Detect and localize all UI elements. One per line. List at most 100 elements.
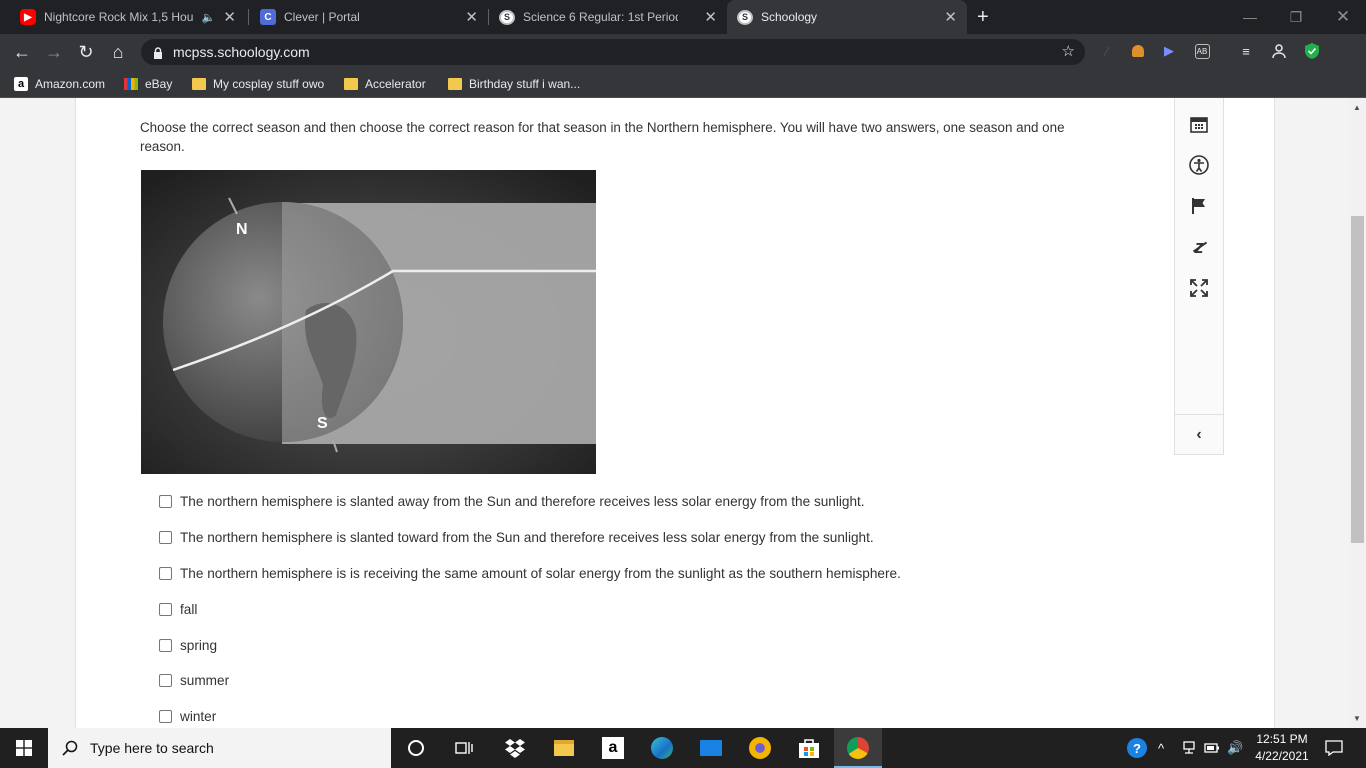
answer-checkbox[interactable] [159,603,172,616]
close-window-icon[interactable]: ✕ [1320,0,1366,34]
north-label: N [236,221,248,238]
schoology-icon: S [737,9,753,25]
ebay-icon [124,78,138,90]
bookmark-label: My cosplay stuff owo [213,77,325,91]
tab-divider [248,9,249,25]
accessibility-icon[interactable] [1188,154,1210,176]
answer-option-spring[interactable]: spring [159,638,217,653]
show-hidden-icons-icon[interactable]: ^ [1158,728,1164,768]
chrome-like-app-icon[interactable] [748,736,772,760]
new-tab-icon[interactable]: + [977,6,989,29]
close-tab-icon[interactable]: ✕ [704,8,717,26]
tab-science[interactable]: S Science 6 Regular: 1st Period Ms. ✕ [489,0,727,34]
bookmark-cosplay-folder[interactable]: My cosplay stuff owo [192,75,324,93]
answer-checkbox[interactable] [159,567,172,580]
answer-label: The northern hemisphere is slanted towar… [180,530,874,545]
page-scrollbar[interactable]: ▲ ▼ [1349,98,1366,728]
browser-tab-strip: ▶ Nightcore Rock Mix 1,5 Hour 🔈 ✕ C Clev… [0,0,1366,34]
amazon-app-icon[interactable]: a [601,736,625,760]
amazon-icon: a [14,77,28,91]
reload-icon[interactable]: ↻ [75,41,97,63]
answer-option[interactable]: The northern hemisphere is is receiving … [159,566,901,581]
scroll-thumb[interactable] [1351,216,1364,543]
bookmark-star-icon[interactable]: ☆ [1062,42,1075,60]
mushroom-extension-icon[interactable] [1129,42,1147,60]
extension-icon[interactable]: ⁄ [1098,42,1116,60]
reading-list-icon[interactable]: ≡ [1237,42,1255,60]
shield-extension-icon[interactable] [1303,42,1321,60]
answer-checkbox[interactable] [159,639,172,652]
answer-option-summer[interactable]: summer [159,673,229,688]
answer-checkbox[interactable] [159,674,172,687]
bookmark-label: Amazon.com [35,77,106,91]
store-icon[interactable] [797,736,821,760]
volume-icon[interactable]: 🔊 [1227,728,1243,768]
clever-icon: C [260,9,276,25]
calendar-icon[interactable] [1188,113,1210,135]
ad-block-icon[interactable]: AB [1193,42,1211,60]
answer-option[interactable]: The northern hemisphere is slanted towar… [159,530,874,545]
restore-icon[interactable]: ❐ [1273,0,1319,34]
tab-youtube[interactable]: ▶ Nightcore Rock Mix 1,5 Hour 🔈 ✕ [10,0,246,34]
fullscreen-icon[interactable] [1188,277,1210,299]
close-tab-icon[interactable]: ✕ [465,8,478,26]
edge-icon[interactable] [650,736,674,760]
cursor-extension-icon[interactable]: ▶ [1160,42,1178,60]
home-icon[interactable]: ⌂ [107,41,129,63]
answer-label: spring [180,638,218,653]
collapse-panel-icon[interactable]: ‹ [1175,414,1223,454]
help-icon[interactable]: ? [1127,728,1147,768]
answer-checkbox[interactable] [159,531,172,544]
mail-icon[interactable] [699,736,723,760]
back-icon[interactable]: ← [11,41,33,63]
strikethrough-icon[interactable]: z [1188,236,1210,258]
clock-date: 4/22/2021 [1255,749,1309,763]
url-text: mcpss.schoology.com [173,44,310,60]
dropbox-icon[interactable] [503,736,527,760]
question-text: Choose the correct season and then choos… [140,120,1065,154]
taskbar-search-box[interactable]: Type here to search [48,728,391,768]
close-tab-icon[interactable]: ✕ [223,8,236,26]
bookmark-label: Birthday stuff i wan... [469,77,581,91]
answer-option[interactable]: The northern hemisphere is slanted away … [159,494,865,509]
bookmark-ebay[interactable]: eBay [124,75,172,93]
notifications-icon[interactable] [1325,728,1343,768]
bookmarks-bar: a Amazon.com eBay My cosplay stuff owo A… [0,70,1366,98]
tab-title: Clever | Portal [284,10,360,24]
answer-label: The northern hemisphere is is receiving … [180,566,901,581]
forward-icon[interactable]: → [43,41,65,63]
profile-icon[interactable] [1270,42,1288,60]
scroll-up-icon[interactable]: ▲ [1353,103,1361,112]
address-bar[interactable]: mcpss.schoology.com ☆ [141,39,1085,65]
active-app-slot[interactable] [834,728,882,768]
answer-option-winter[interactable]: winter [159,709,216,724]
flag-icon[interactable] [1188,195,1210,217]
taskbar-clock[interactable]: 12:51 PM 4/22/2021 [1250,731,1314,765]
task-view-icon[interactable] [452,736,476,760]
cortana-icon[interactable] [404,736,428,760]
assessment-tools-panel: z ‹ [1174,98,1224,455]
battery-icon[interactable] [1204,728,1220,768]
bookmark-birthday-folder[interactable]: Birthday stuff i wan... [448,75,580,93]
south-label: S [317,415,328,432]
search-placeholder: Type here to search [90,740,214,756]
file-explorer-icon[interactable] [552,736,576,760]
bookmark-amazon[interactable]: a Amazon.com [14,75,105,93]
scroll-down-icon[interactable]: ▼ [1353,714,1361,723]
minimize-icon[interactable]: — [1227,0,1273,34]
answer-label: summer [180,673,230,688]
folder-icon [448,78,462,90]
close-tab-icon[interactable]: ✕ [944,8,957,26]
answer-option-fall[interactable]: fall [159,602,197,617]
answer-label: winter [180,709,217,724]
tab-schoology-active[interactable]: S Schoology ✕ [727,0,967,34]
audio-muted-icon[interactable]: 🔈 [202,11,216,24]
network-icon[interactable] [1182,728,1196,768]
windows-start-icon[interactable] [0,728,48,768]
bookmark-accelerator-folder[interactable]: Accelerator [344,75,426,93]
lock-icon [153,46,163,59]
answer-checkbox[interactable] [159,710,172,723]
answer-checkbox[interactable] [159,495,172,508]
tab-title: Science 6 Regular: 1st Period Ms. [523,10,678,24]
tab-clever[interactable]: C Clever | Portal ✕ [250,0,488,34]
